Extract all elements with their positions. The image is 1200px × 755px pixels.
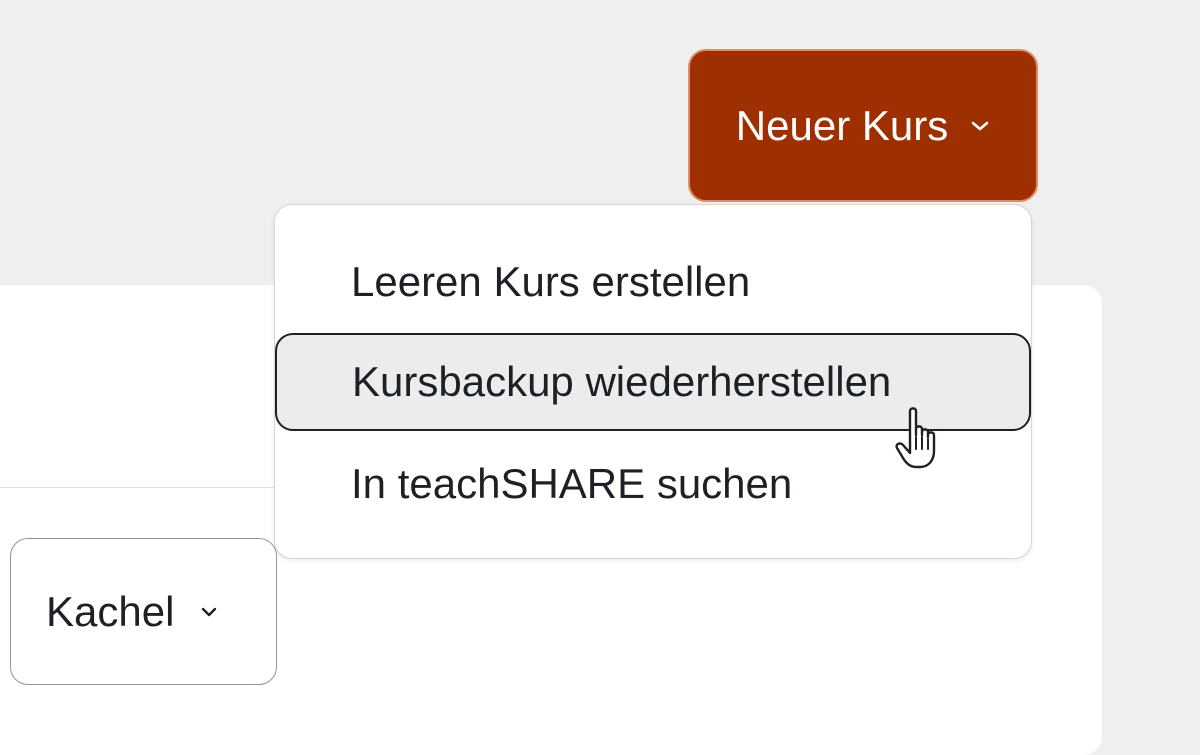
new-course-button-label: Neuer Kurs [735, 101, 949, 149]
hand-pointer-icon [893, 405, 945, 473]
menu-item-create-empty-course[interactable]: Leeren Kurs erstellen [275, 233, 1031, 331]
new-course-button[interactable]: Neuer Kurs [688, 49, 1038, 202]
new-course-dropdown-menu: Leeren Kurs erstellen Kursbackup wiederh… [274, 204, 1032, 559]
chevron-down-icon [200, 606, 218, 618]
view-mode-select[interactable]: Kachel [10, 538, 277, 685]
chevron-down-icon [970, 119, 990, 133]
view-mode-label: Kachel [46, 587, 175, 635]
